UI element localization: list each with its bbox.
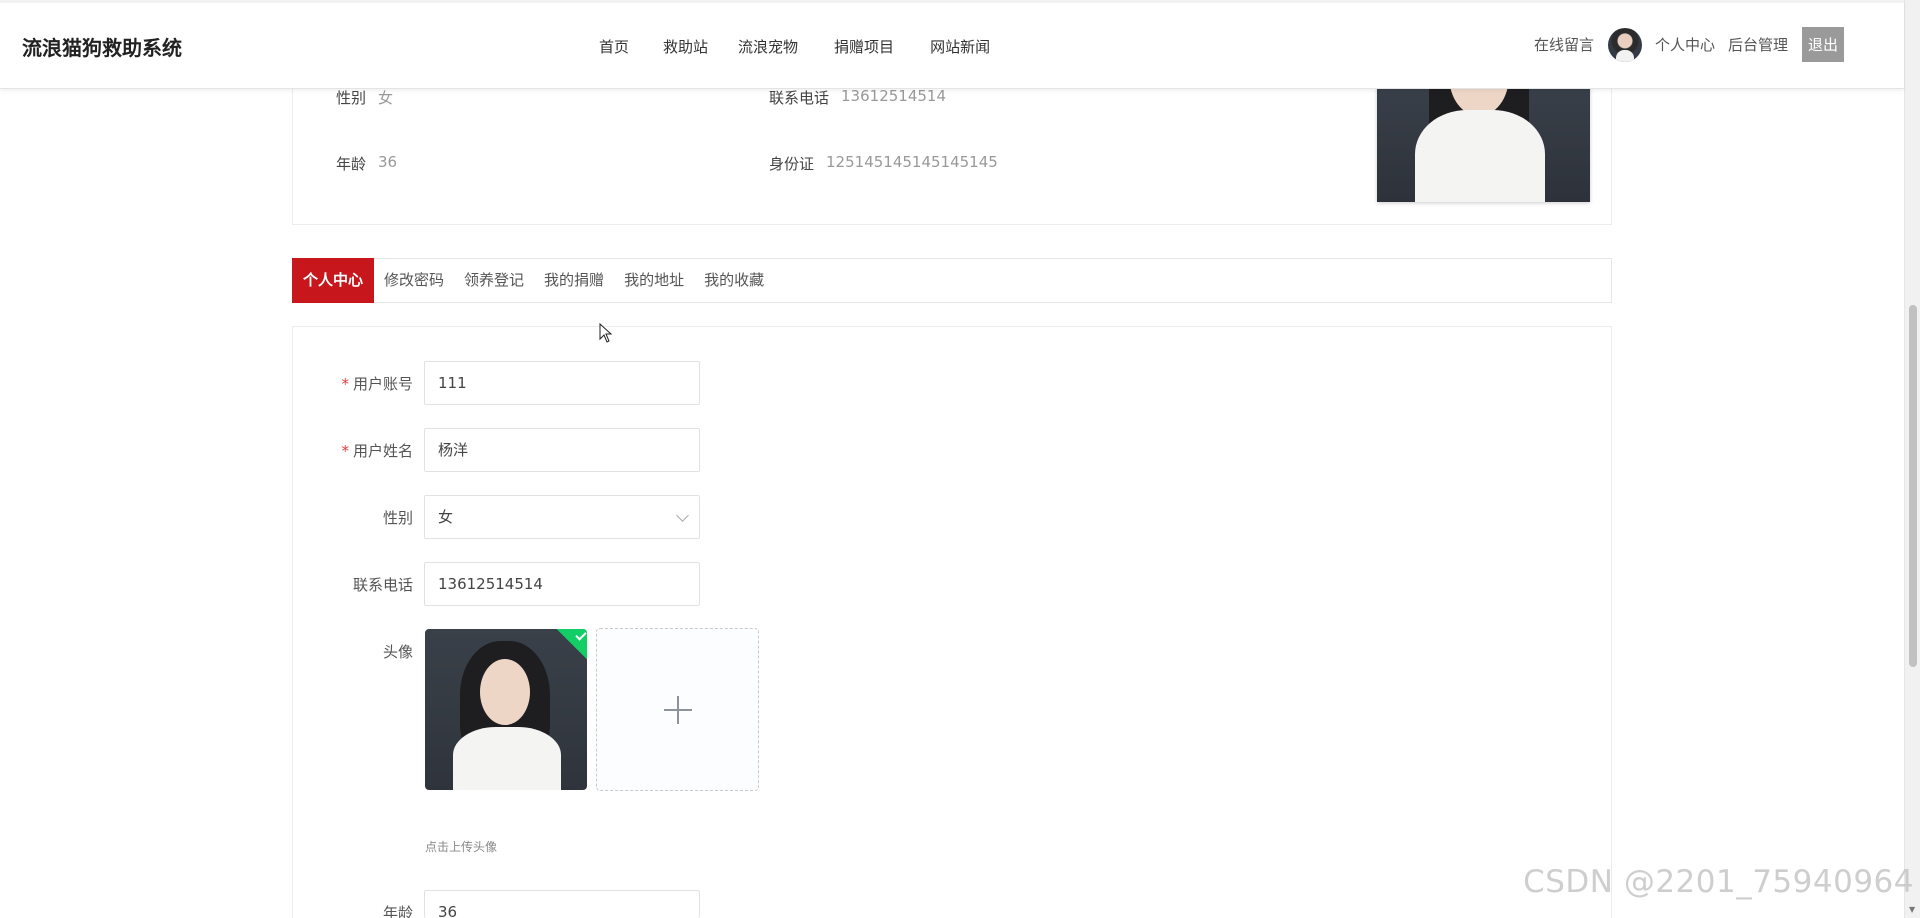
profile-gender-label: 性别: [336, 89, 367, 107]
check-icon: [555, 629, 587, 661]
profile-id-value: 125145145145145145: [826, 153, 998, 171]
online-message-link[interactable]: 在线留言: [1534, 34, 1594, 55]
tab-my-address[interactable]: 我的地址: [614, 259, 694, 302]
profile-age: 年龄 36: [336, 153, 397, 174]
name-input[interactable]: 杨洋: [424, 428, 700, 472]
tab-my-donations[interactable]: 我的捐赠: [534, 259, 614, 302]
upload-tip: 点击上传头像: [425, 840, 498, 854]
user-center-link[interactable]: 个人中心: [1655, 34, 1715, 55]
tab-my-favorites[interactable]: 我的收藏: [694, 259, 774, 302]
avatar-upload-button[interactable]: [596, 628, 759, 791]
profile-age-label: 年龄: [336, 155, 367, 173]
age-label: 年龄: [382, 904, 413, 918]
site-title[interactable]: 流浪猫狗救助系统: [22, 32, 182, 61]
gender-select[interactable]: 女: [424, 495, 700, 539]
page-scrollbar[interactable]: ▼: [1904, 0, 1920, 918]
logout-button[interactable]: 退出: [1802, 27, 1844, 62]
main-nav: 首页 救助站 流浪宠物 捐赠项目 网站新闻: [599, 36, 1026, 57]
profile-phone-value: 13612514514: [841, 87, 946, 105]
nav-home[interactable]: 首页: [599, 36, 629, 57]
plus-icon: [663, 695, 692, 724]
header-user-links: 在线留言 个人中心 后台管理 退出: [1521, 27, 1844, 62]
avatar-icon[interactable]: [1607, 27, 1642, 62]
tab-change-password[interactable]: 修改密码: [374, 259, 454, 302]
phone-input[interactable]: 13612514514: [424, 562, 700, 606]
scrollbar-thumb[interactable]: [1909, 305, 1917, 667]
age-input[interactable]: 36: [424, 890, 700, 918]
profile-photo: [1377, 72, 1590, 202]
avatar-label: 头像: [382, 643, 413, 661]
profile-phone: 联系电话 13612514514: [769, 87, 946, 108]
gender-select-value: 女: [438, 508, 454, 526]
nav-news[interactable]: 网站新闻: [930, 36, 990, 57]
admin-link[interactable]: 后台管理: [1728, 34, 1788, 55]
nav-rescue-station[interactable]: 救助站: [663, 36, 708, 57]
user-tabs: 个人中心 修改密码 领养登记 我的捐赠 我的地址 我的收藏: [292, 257, 1612, 303]
watermark: CSDN @2201_75940964: [1523, 864, 1914, 900]
profile-id: 身份证 125145145145145145: [769, 153, 998, 174]
profile-id-label: 身份证: [769, 155, 815, 173]
nav-donation-projects[interactable]: 捐赠项目: [834, 36, 894, 57]
name-label: * 用户姓名: [341, 442, 413, 460]
account-input[interactable]: 111: [424, 361, 700, 405]
top-navbar: 流浪猫狗救助系统 首页 救助站 流浪宠物 捐赠项目 网站新闻 在线留言 个人中心…: [0, 0, 1904, 89]
nav-stray-pets[interactable]: 流浪宠物: [738, 36, 798, 57]
profile-form: [292, 326, 1612, 918]
profile-age-value: 36: [378, 153, 398, 171]
tab-user-center[interactable]: 个人中心: [292, 257, 375, 303]
tab-adoption[interactable]: 领养登记: [454, 259, 534, 302]
chevron-down-icon: [676, 509, 689, 522]
profile-gender: 性别 女: [336, 87, 393, 108]
phone-label: 联系电话: [352, 576, 413, 594]
profile-phone-label: 联系电话: [769, 89, 830, 107]
avatar-preview[interactable]: [425, 629, 587, 790]
account-label: * 用户账号: [341, 375, 413, 393]
scroll-down-arrow-icon[interactable]: ▼: [1909, 905, 1915, 914]
profile-gender-value: 女: [378, 89, 394, 107]
gender-label: 性别: [382, 509, 413, 527]
